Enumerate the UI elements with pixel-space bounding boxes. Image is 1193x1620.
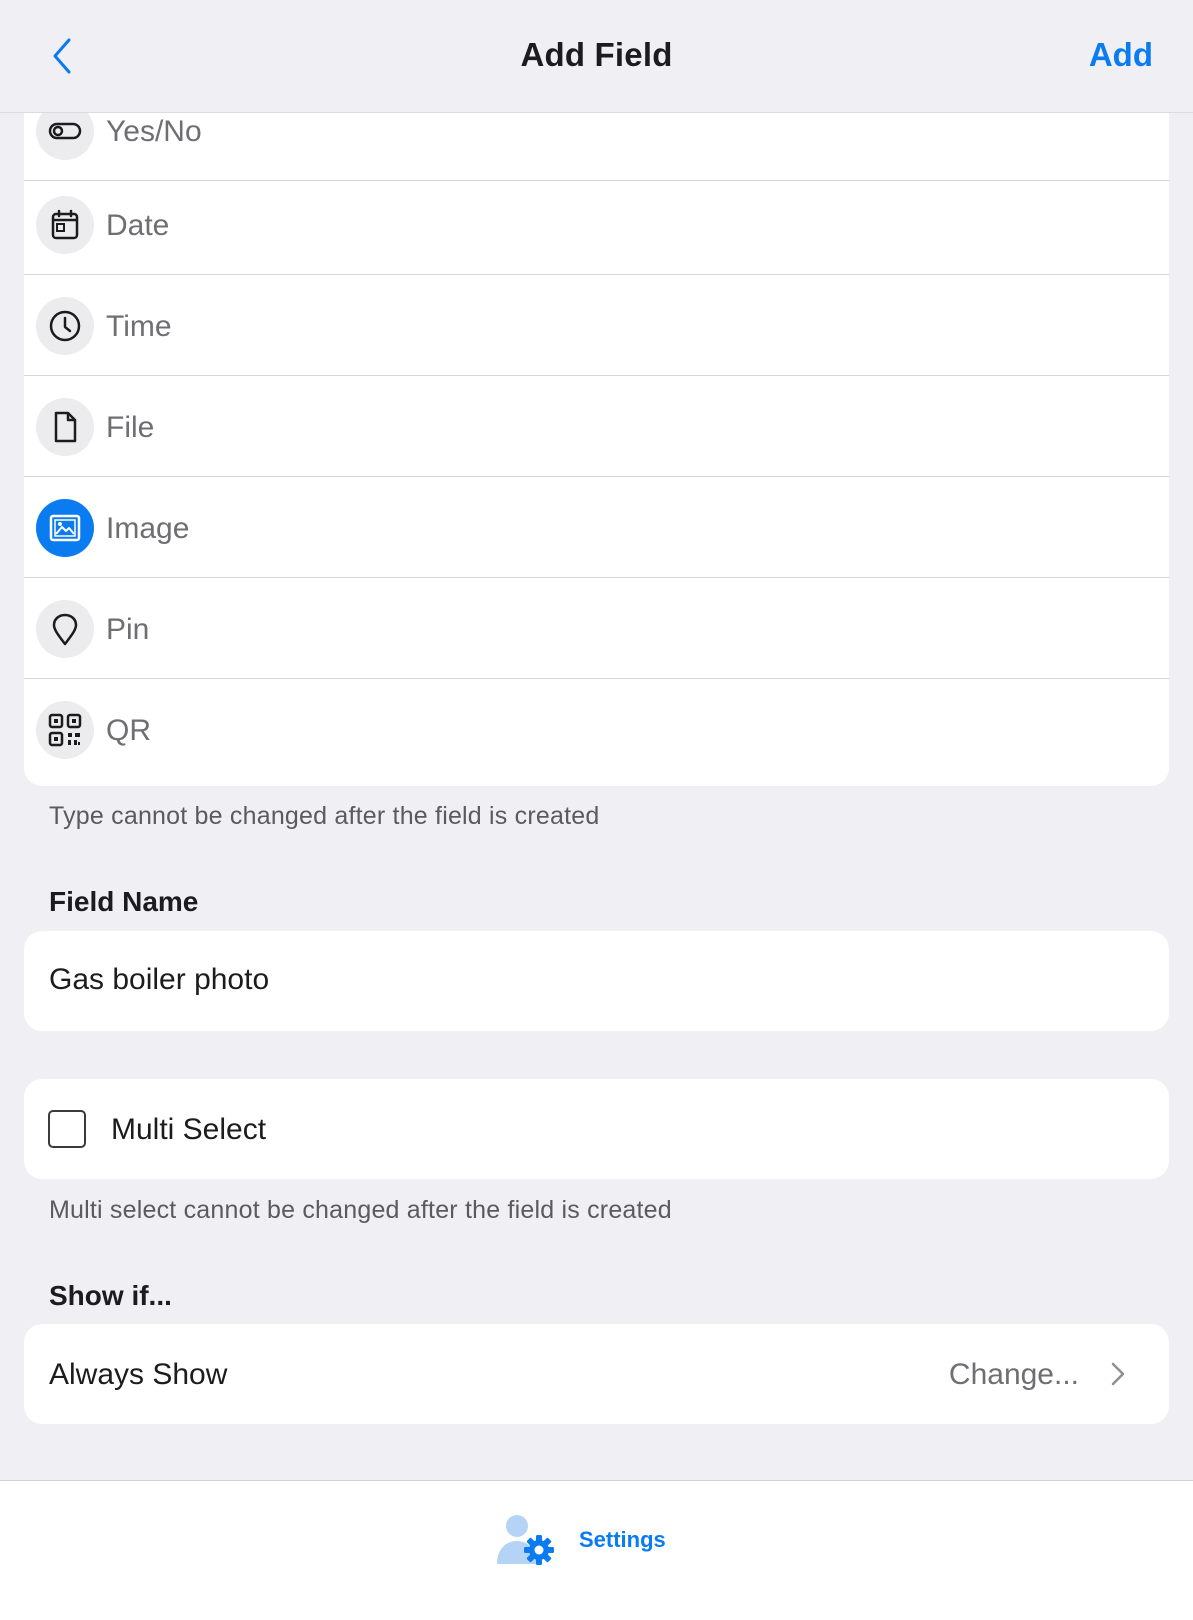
show-if-value: Always Show: [49, 1358, 228, 1391]
type-label: Pin: [106, 613, 150, 646]
multi-select-row[interactable]: Multi Select: [24, 1079, 1169, 1179]
type-row-yes-no[interactable]: Yes/No: [24, 103, 1169, 181]
tab-settings-label: Settings: [579, 1527, 666, 1552]
file-icon: [36, 398, 94, 456]
add-field-screen: Add Field Add Yes/No Date Time File Imag…: [0, 0, 1193, 1620]
user-settings-icon: [497, 1515, 554, 1565]
clock-icon: [36, 297, 94, 355]
qr-code-icon: [36, 701, 94, 759]
type-row-time[interactable]: Time: [24, 275, 1169, 376]
type-footnote: Type cannot be changed after the field i…: [49, 802, 600, 830]
type-label: Image: [106, 512, 190, 545]
type-row-file[interactable]: File: [24, 376, 1169, 477]
type-label: Time: [106, 310, 172, 343]
type-label: Date: [106, 209, 170, 242]
field-name-card: Gas boiler photo: [24, 931, 1169, 1031]
type-row-qr[interactable]: QR: [24, 679, 1169, 780]
tab-bar: Settings: [0, 1480, 1193, 1620]
add-button[interactable]: Add: [1089, 36, 1153, 74]
show-if-header: Show if...: [49, 1280, 172, 1311]
change-button[interactable]: Change...: [949, 1358, 1079, 1392]
multi-select-checkbox[interactable]: [48, 1110, 86, 1148]
image-icon: [36, 499, 94, 557]
field-type-list: Yes/No Date Time File Image Pin QR: [24, 103, 1169, 786]
type-row-date[interactable]: Date: [24, 174, 1169, 275]
tab-settings[interactable]: Settings: [493, 1505, 666, 1575]
field-name-header: Field Name: [49, 886, 199, 917]
type-label: QR: [106, 714, 151, 747]
type-row-image[interactable]: Image: [24, 477, 1169, 578]
multi-select-footnote: Multi select cannot be changed after the…: [49, 1196, 672, 1224]
multi-select-label: Multi Select: [111, 1113, 267, 1146]
type-label: File: [106, 411, 155, 444]
field-name-input[interactable]: Gas boiler photo: [49, 963, 1129, 997]
chevron-right-icon: [1111, 1362, 1125, 1386]
show-if-row[interactable]: Always Show Change...: [24, 1324, 1169, 1424]
navigation-bar: Add Field Add: [0, 0, 1193, 113]
calendar-icon: [36, 196, 94, 254]
page-title: Add Field: [520, 36, 673, 73]
type-label: Yes/No: [106, 115, 202, 148]
type-row-pin[interactable]: Pin: [24, 578, 1169, 679]
pin-icon: [36, 600, 94, 658]
